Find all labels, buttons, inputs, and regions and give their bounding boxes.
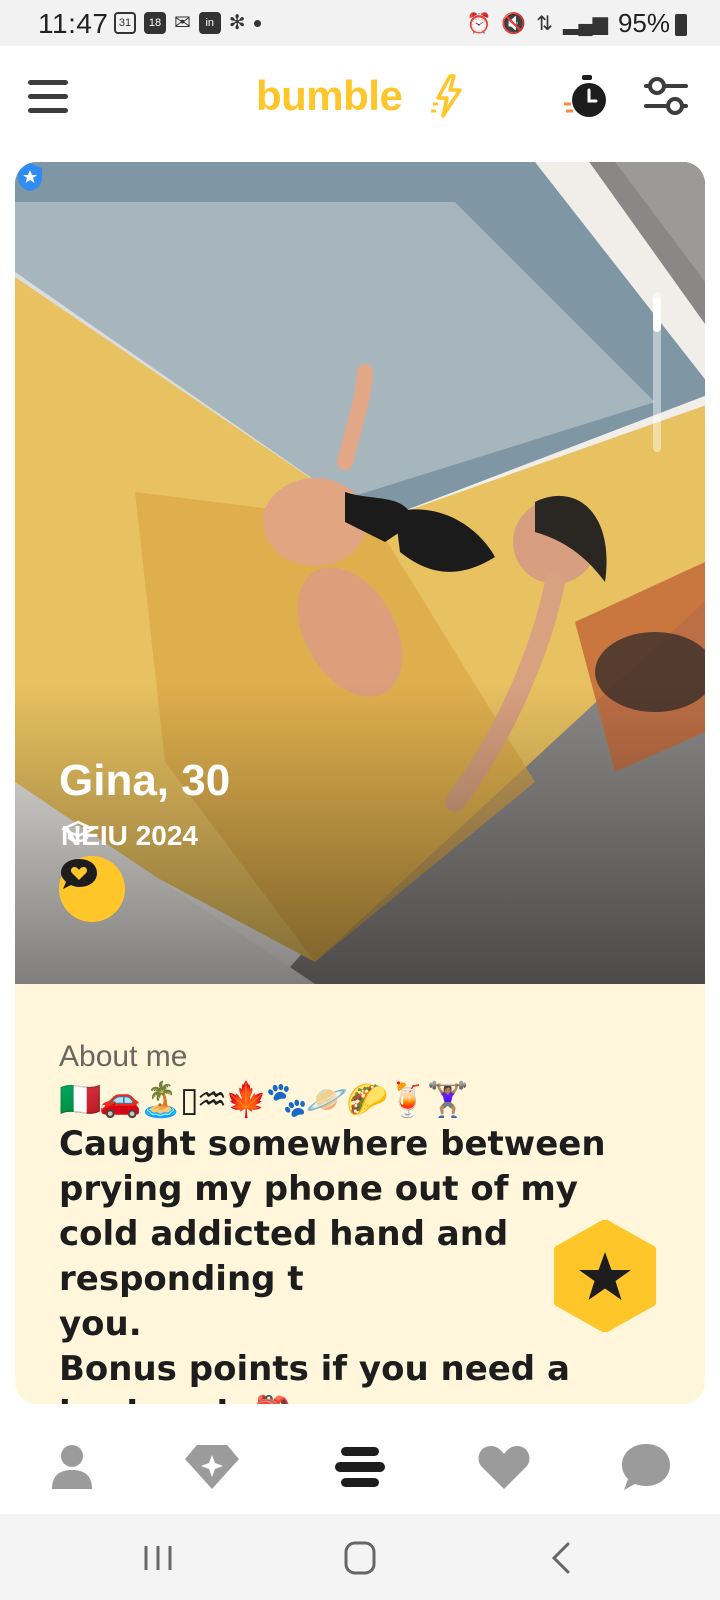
profile-card[interactable]: Gina, 30 NEIU 2024 About me 🇮🇹🚗🏝️▯♒🍁🐾🪐🌮🍹… [15,162,705,1404]
about-me-heading: About me [59,1040,188,1073]
chat-bubble-icon [622,1444,670,1490]
profile-photo[interactable]: Gina, 30 NEIU 2024 [15,162,705,984]
stopwatch-icon[interactable] [562,72,612,122]
system-status: ⏰ 🔇 ⇅ ▂▄▆ 95% [466,8,670,39]
profile-name-age: Gina, 30 [59,756,231,805]
graduation-cap-icon [61,820,95,843]
status-bar: 11:47 31 18 ✉ in ✻ ⏰ 🔇 ⇅ ▂▄▆ 95% [0,0,720,46]
app-header: bumble [0,46,720,156]
nav-profile[interactable] [42,1440,102,1494]
bottom-navigation [0,1412,720,1514]
education-row: NEIU 2024 [61,820,198,852]
mute-icon: 🔇 [501,12,527,35]
superswipe-button[interactable] [549,1220,661,1332]
person-icon [52,1445,92,1489]
diamond-sparkle-icon [185,1445,239,1489]
system-navigation [0,1514,720,1600]
emoji-row: 🇮🇹🚗🏝️▯♒🍁🐾🪐🌮🍹🏋🏽‍♀️ [59,1081,469,1119]
nav-liked-you[interactable] [474,1440,534,1494]
heart-icon [478,1446,530,1489]
more-notifications-icon [253,19,261,27]
battery-icon [675,14,687,36]
sliders-icon[interactable] [644,76,688,116]
calendar-icon: 31 [114,12,136,34]
bumble-logo: bumble [256,72,403,119]
signal-icon: ▂▄▆ [563,12,608,35]
notification-icons: 31 18 ✉ in ✻ [114,12,261,34]
hamburger-icon[interactable] [28,78,68,114]
nav-discover[interactable] [182,1440,242,1494]
battery-percent: 95% [617,8,670,38]
back-icon[interactable] [542,1540,582,1576]
bumble-stack-icon [335,1447,385,1487]
pinwheel-icon: ✻ [228,12,246,34]
status-time: 11:47 [38,8,109,39]
data-icon: ⇅ [536,12,554,35]
verified-badge-icon [18,163,42,191]
bolt-icon [431,74,462,118]
calendar-small-icon: 18 [144,12,166,34]
bio-line-2: Bonus points if you need a backpack 🎒 [59,1349,570,1404]
chat-bubble-heart-icon [61,859,97,889]
nav-chats[interactable] [616,1440,676,1494]
alarm-icon: ⏰ [466,12,492,35]
recent-apps-icon[interactable] [138,1540,178,1576]
photo-scroll-indicator [653,298,661,332]
linkedin-icon: in [198,12,221,34]
home-icon[interactable] [340,1540,380,1576]
opening-move-button[interactable] [59,856,125,922]
nav-people[interactable] [330,1440,390,1494]
gmail-icon: ✉ [174,12,191,34]
